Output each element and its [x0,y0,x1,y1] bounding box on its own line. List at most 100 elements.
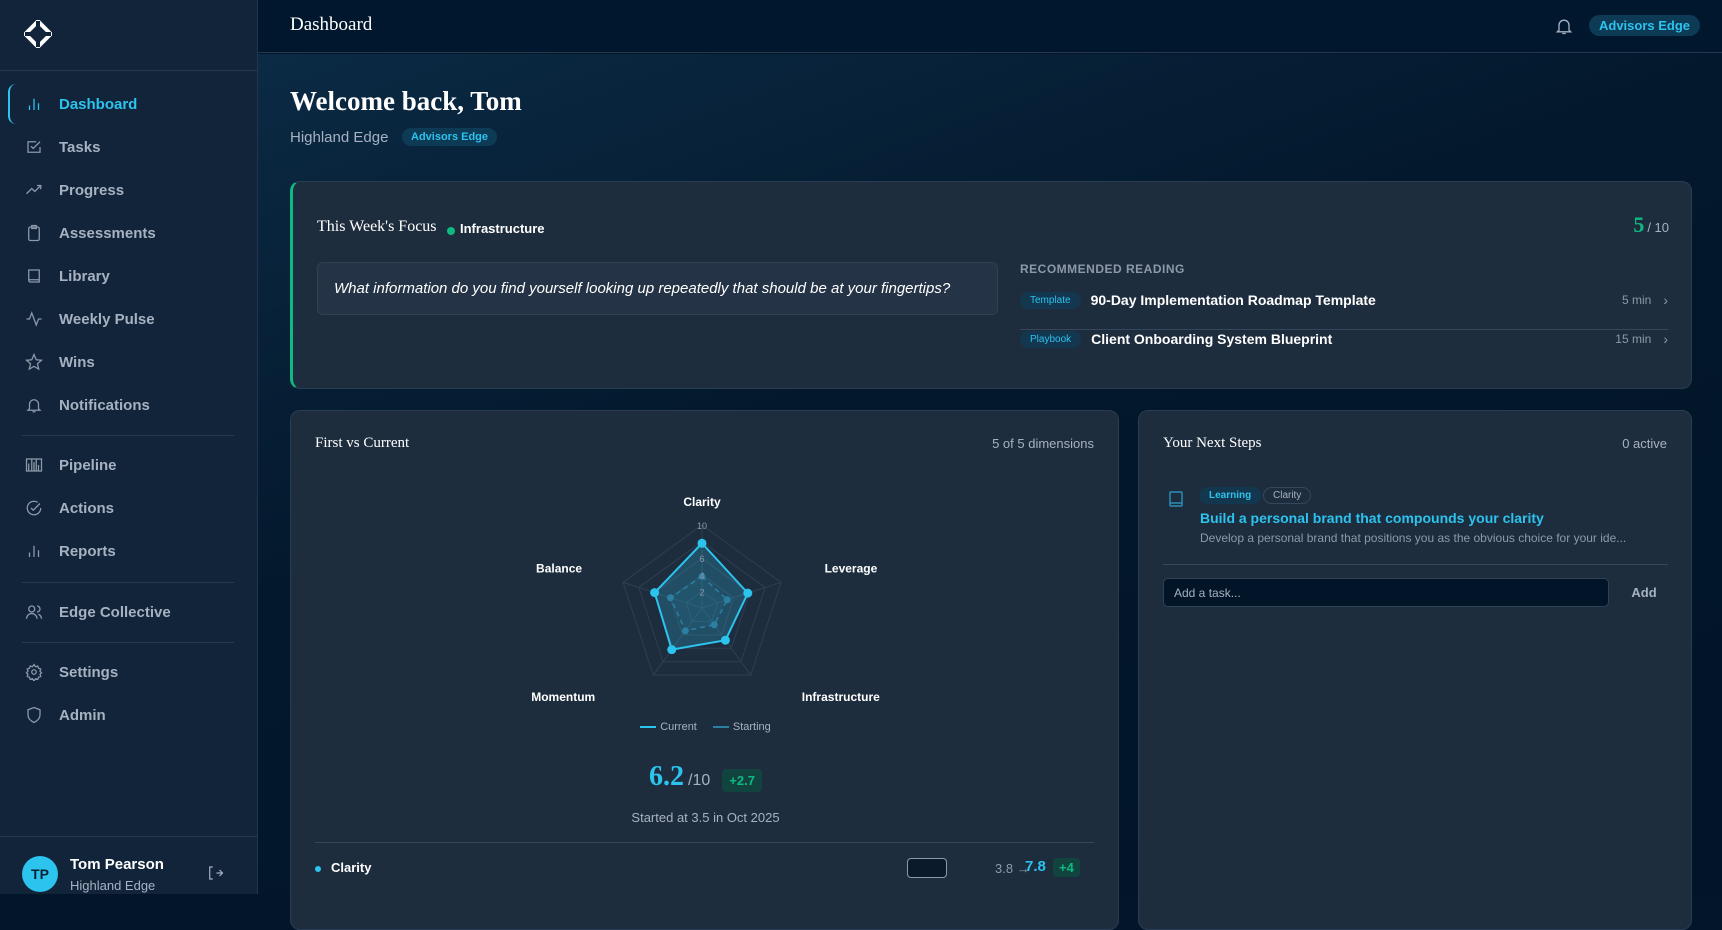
reading-title: Client Onboarding System Blueprint [1091,331,1333,347]
sidebar: Dashboard Tasks Progress Assessments Library… [0,0,258,894]
next-steps-card: Your Next Steps 0 active Learning Clarit… [1138,410,1692,930]
recommended-reading-label: RECOMMENDED READING [1020,262,1185,276]
focus-category: Infrastructure [460,221,545,236]
score-value: 5 [1633,212,1645,237]
bell-icon[interactable] [1554,16,1574,36]
axis-label: Leverage [825,561,878,575]
overall-score: 6.2 /10 +2.7 [291,761,1120,793]
sidebar-item-label: Tasks [59,138,101,156]
avatar: TP [22,856,58,892]
reading-time: 15 min [1615,332,1652,346]
sidebar-item-actions[interactable]: Actions [8,488,248,528]
current-point [650,588,660,598]
sidebar-item-dashboard[interactable]: Dashboard [8,84,248,124]
radar-chart: 2 4 6 10 Clarity Leverage Infrastructure Moment… [531,495,880,704]
card-title: Your Next Steps [1163,435,1262,451]
axis-label: Infrastructure [802,690,880,704]
sidebar-item-label: Reports [59,542,116,560]
reading-title: 90-Day Implementation Roadmap Template [1090,292,1376,308]
tick-label: 2 [699,587,704,597]
first-vs-current-card: 2 4 6 10 Clarity Leverage Infrastructure Moment… [290,410,1119,930]
clipboard-icon [28,224,40,242]
current-point [720,635,730,645]
dimension-to: 7.8 [1025,858,1046,875]
sidebar-item-tasks[interactable]: Tasks [8,127,248,167]
sidebar-item-label: Settings [59,663,119,681]
book-icon [28,269,40,283]
main-content: Welcome back, Tom Highland Edge Advisors… [258,54,1722,930]
sidebar-item-admin[interactable]: Admin [8,695,248,735]
sidebar-item-assessments[interactable]: Assessments [8,213,248,253]
gear-icon [25,663,43,681]
sidebar-item-reports[interactable]: Reports [8,531,248,571]
reading-item[interactable]: Playbook Client Onboarding System Bluepr… [1020,320,1668,358]
focus-score: 5/ 10 [1633,212,1669,238]
reading-tag: Template [1020,291,1081,309]
legend-starting: Starting [712,721,771,733]
top-header: Dashboard Advisors Edge [258,0,1722,53]
divider [22,642,234,643]
sidebar-item-label: Admin [59,706,106,724]
dimension-row: Clarity 3.8 → 7.8 +4 [315,858,1094,878]
sidebar-item-label: Actions [59,499,115,517]
logout-icon[interactable] [206,864,224,882]
starting-point [710,621,718,629]
sidebar-item-edge-collective[interactable]: Edge Collective [8,592,248,632]
starting-point [681,627,689,635]
axis-label: Momentum [531,690,595,704]
add-task-button[interactable]: Add [1619,578,1669,607]
add-task-input[interactable] [1163,578,1609,607]
bar-chart-icon [28,98,40,110]
reading-tag: Playbook [1020,330,1082,348]
user-profile: TP Tom Pearson Highland Edge [0,836,258,894]
user-org: Highland Edge [70,878,156,893]
logo-icon [24,20,52,48]
reading-time: 5 min [1621,293,1652,307]
step-tag: Learning [1199,487,1262,504]
divider [22,582,234,583]
reading-item[interactable]: Template 90-Day Implementation Roadmap T… [1020,281,1668,319]
columns-icon [25,458,43,472]
score-max: / 10 [1647,220,1669,235]
started-text: Started at 3.5 in Oct 2025 [631,810,780,825]
chevron-right-icon: › [1663,331,1668,347]
axis-label: Clarity [683,495,721,509]
dimensions-count: 5 of 5 dimensions [992,436,1094,451]
sidebar-item-label: Weekly Pulse [59,310,155,328]
chart-legend: Current Starting [291,721,1120,733]
bar-chart-icon [28,545,40,557]
sidebar-item-settings[interactable]: Settings [8,652,248,692]
step-title-link[interactable]: Build a personal brand that compounds yo… [1200,510,1544,526]
sidebar-item-wins[interactable]: Wins [8,342,248,382]
divider [315,842,1094,843]
sidebar-item-pipeline[interactable]: Pipeline [8,445,248,485]
sidebar-item-library[interactable]: Library [8,256,248,296]
sidebar-item-notifications[interactable]: Notifications [8,385,248,425]
sidebar-item-progress[interactable]: Progress [8,170,248,210]
starting-point [666,594,674,602]
sidebar-item-label: Progress [59,181,125,199]
org-badge: Advisors Edge [1589,15,1701,36]
current-point [697,538,707,548]
divider [0,70,258,71]
current-point [667,645,677,655]
sidebar-item-weekly-pulse[interactable]: Weekly Pulse [8,299,248,339]
star-icon [25,353,43,371]
focus-question: What information do you find yourself lo… [317,262,998,315]
check-circle-icon [26,500,42,516]
step-tag: Clarity [1263,487,1312,504]
step-description: Develop a personal brand that positions … [1200,531,1627,545]
welcome-heading: Welcome back, Tom [290,86,522,116]
divider [22,435,234,436]
status-dot [447,227,455,235]
sidebar-item-label: Wins [59,353,95,371]
sidebar-item-label: Pipeline [59,456,117,474]
dimension-name: Clarity [331,860,372,875]
shield-icon [27,706,41,724]
current-point [743,588,753,598]
dimension-dot [315,866,321,872]
trending-up-icon [26,184,42,195]
axis-label: Balance [536,561,582,575]
weekly-focus-card: This Week's Focus Infrastructure 5/ 10 W… [290,181,1692,389]
card-title: First vs Current [315,435,410,451]
